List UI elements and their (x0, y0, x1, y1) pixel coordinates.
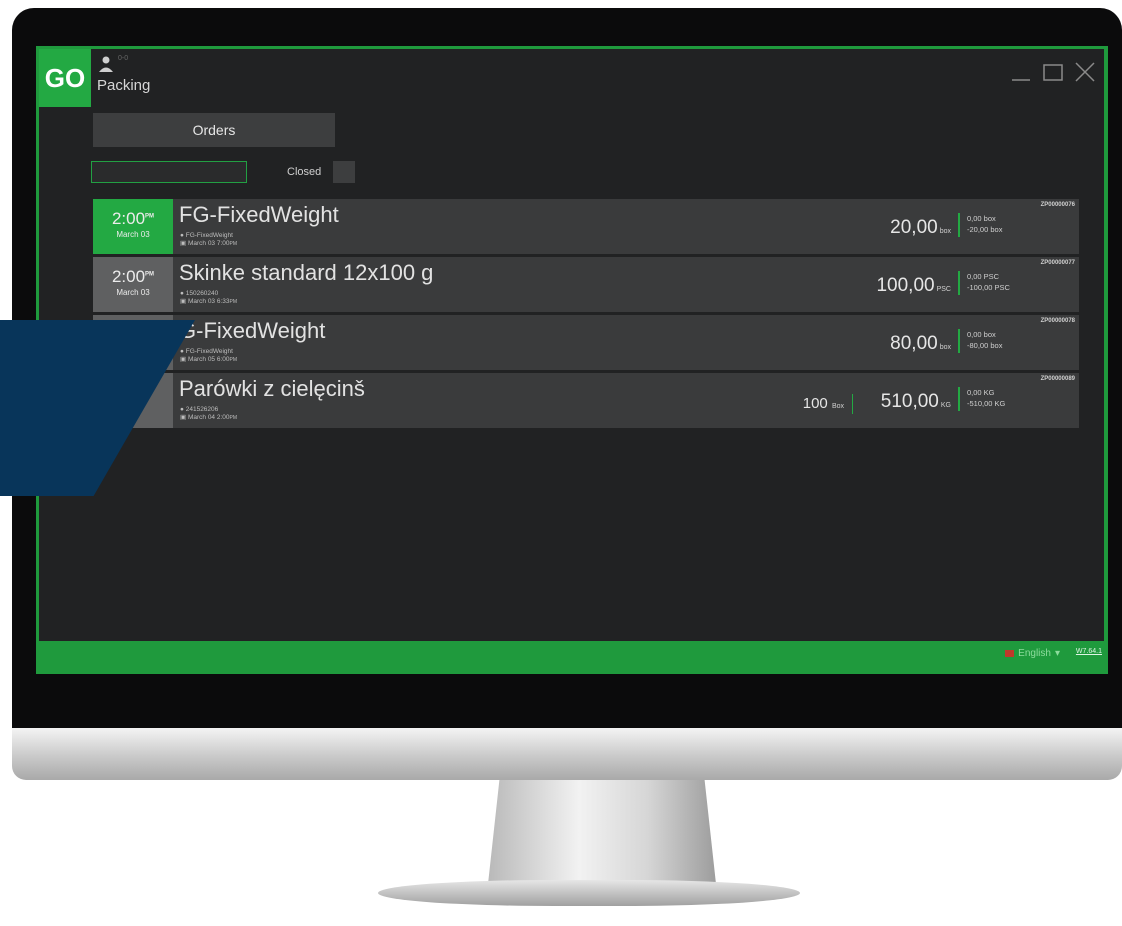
order-difference: 0,00 box -80,00 box (958, 329, 1037, 353)
version-link[interactable]: W7.64.1 (1076, 648, 1102, 655)
order-code: ZP00000089 (1040, 376, 1075, 382)
order-meta: ● FG-FixedWeight ▣ March 03 7:00PM (180, 232, 237, 248)
order-diff-line-1: 0,00 PSC (967, 272, 1000, 281)
order-quantity: 100,00 PSC (876, 275, 951, 296)
order-date-line: ▣ March 03 6:33PM (180, 298, 238, 305)
monitor-stand-base (378, 880, 800, 906)
screen: GO 0-0 Packing Orders Closed 2:00PM Marc… (36, 46, 1108, 674)
order-difference: 0,00 PSC -100,00 PSC (958, 271, 1037, 295)
order-code: ZP00000078 (1040, 318, 1075, 324)
order-diff-line-1: 0,00 KG (967, 388, 995, 397)
order-diff-line-1: 0,00 box (967, 214, 996, 223)
monitor-stand-neck (488, 780, 716, 884)
order-row[interactable]: 2:00PM March 03 FG-FixedWeight ● FG-Fixe… (93, 199, 1079, 254)
order-title: Parówki z cielęcinš (179, 376, 365, 401)
search-input[interactable] (91, 161, 247, 183)
window-controls (1010, 61, 1096, 83)
order-diff-line-1: 0,00 box (967, 330, 996, 339)
order-code: ZP00000077 (1040, 260, 1075, 266)
maximize-icon[interactable] (1042, 61, 1064, 83)
app-window: GO 0-0 Packing Orders Closed 2:00PM Marc… (39, 49, 1104, 641)
order-difference: 0,00 KG -510,00 KG (958, 387, 1037, 411)
order-diff-line-2: -100,00 PSC (967, 283, 1010, 292)
order-time: 2:00PM (111, 209, 155, 228)
order-meta: ● 150260240 ▣ March 03 6:33PM (180, 290, 237, 306)
order-quantity: 20,00 box (890, 217, 951, 238)
order-pieces: 100 Box (803, 394, 853, 414)
order-date-line: ▣ March 04 2:00PM (180, 414, 238, 421)
order-date: March 03 (116, 288, 150, 297)
flag-icon (1005, 650, 1015, 657)
order-item-line: ● FG-FixedWeight (180, 232, 233, 239)
order-date-line: ▣ March 05 6:00PM (180, 356, 238, 363)
monitor-chin (12, 728, 1122, 780)
user-badge: 0-0 (118, 55, 129, 62)
order-time: 2:00PM (111, 267, 155, 286)
closed-checkbox[interactable] (333, 161, 355, 183)
order-quantity: 510,00 KG (880, 391, 951, 412)
order-list: 2:00PM March 03 FG-FixedWeight ● FG-Fixe… (93, 199, 1079, 431)
order-diff-line-2: -80,00 box (967, 341, 1003, 350)
order-item-line: ● FG-FixedWeight (180, 348, 233, 355)
order-title: FG-FixedWeight (179, 202, 339, 227)
order-diff-line-2: -20,00 box (967, 225, 1003, 234)
order-quantity: 80,00 box (890, 333, 951, 354)
order-item-line: ● 150260240 (180, 290, 219, 297)
user-icon[interactable] (97, 55, 115, 78)
close-icon[interactable] (1074, 61, 1096, 83)
language-dropdown-icon: ▾ (1054, 648, 1060, 659)
order-meta: ● 241526206 ▣ March 04 2:00PM (180, 406, 237, 422)
minimize-icon[interactable] (1010, 61, 1032, 83)
order-date-line: ▣ March 03 7:00PM (180, 240, 238, 247)
order-diff-line-2: -510,00 KG (967, 399, 1006, 408)
order-time-block: 2:00PM March 03 (93, 257, 173, 312)
order-row[interactable]: 03 Parówki z cielęcinš ● 241526206 ▣ Mar… (93, 373, 1079, 428)
closed-label: Closed (287, 166, 322, 178)
app-title: Packing (97, 77, 151, 94)
orders-button[interactable]: Orders (93, 113, 335, 147)
language-selector[interactable]: English ▾ (1005, 648, 1060, 659)
order-item-line: ● 241526206 (180, 406, 219, 413)
order-date: March 03 (116, 230, 150, 239)
order-row[interactable]: G-FixedWeight ● FG-FixedWeight ▣ March 0… (93, 315, 1079, 370)
order-title: G-FixedWeight (179, 318, 326, 343)
order-code: ZP00000076 (1040, 202, 1075, 208)
status-bar: English ▾ W7.64.1 (36, 642, 1108, 674)
order-time-block: 2:00PM March 03 (93, 199, 173, 254)
order-difference: 0,00 box -20,00 box (958, 213, 1037, 237)
order-title: Skinke standard 12x100 g (179, 260, 434, 285)
order-row[interactable]: 2:00PM March 03 Skinke standard 12x100 g… (93, 257, 1079, 312)
language-label: English (1018, 648, 1051, 659)
order-meta: ● FG-FixedWeight ▣ March 05 6:00PM (180, 348, 237, 364)
go-logo: GO (39, 49, 91, 107)
